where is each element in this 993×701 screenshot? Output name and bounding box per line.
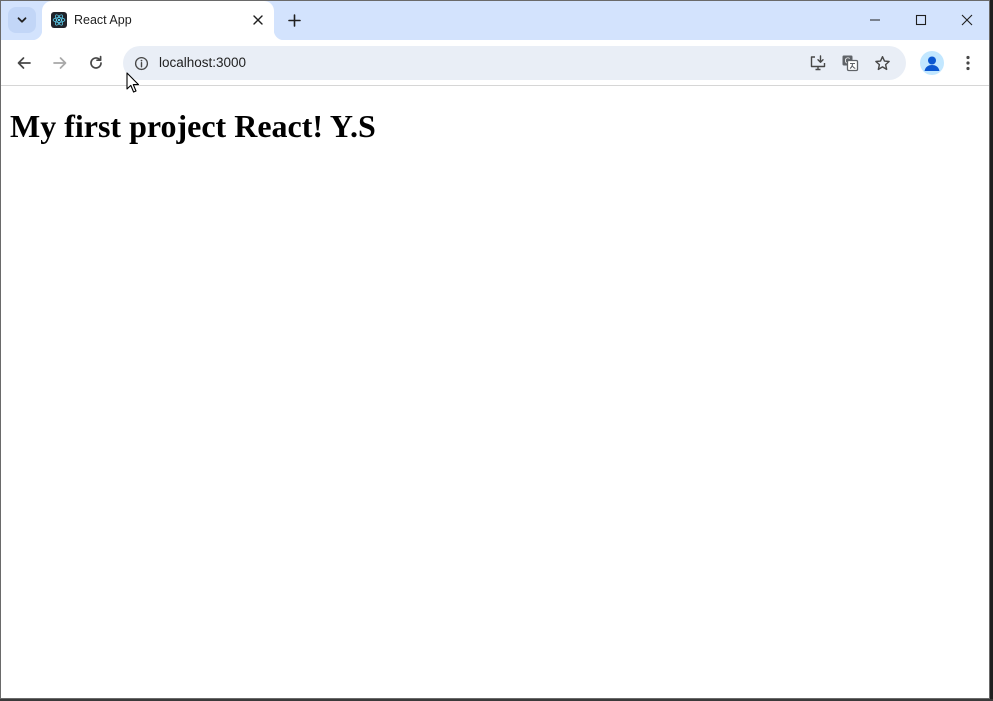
close-window-button[interactable]	[944, 1, 989, 39]
chevron-down-icon	[17, 17, 27, 23]
tab-strip: React App	[1, 1, 989, 40]
translate-icon: G	[842, 55, 859, 72]
avatar-icon	[924, 56, 940, 71]
back-button[interactable]	[10, 49, 38, 77]
plus-icon	[287, 13, 301, 27]
profile-button[interactable]	[920, 51, 944, 75]
install-app-icon	[810, 55, 826, 71]
browser-window: React App localhost:3000 My first projec…	[0, 0, 990, 699]
star-icon	[874, 55, 890, 70]
page-heading: My first project React! Y.S	[10, 108, 376, 144]
new-tab-button[interactable]	[283, 9, 305, 31]
minimize-button[interactable]	[852, 1, 898, 39]
react-logo-icon	[51, 12, 67, 28]
browser-menu-button[interactable]	[954, 49, 982, 77]
reload-icon	[90, 55, 102, 69]
close-icon	[961, 14, 973, 26]
maximize-button[interactable]	[898, 1, 944, 39]
browser-toolbar: localhost:3000 G	[1, 40, 989, 86]
tab-react-app[interactable]: React App	[32, 1, 284, 40]
tab-close-button[interactable]	[248, 10, 268, 30]
url-text[interactable]: localhost:3000	[159, 55, 246, 70]
more-vert-icon	[966, 55, 970, 71]
maximize-icon	[915, 14, 927, 26]
arrow-left-icon	[17, 57, 31, 69]
arrow-right-icon	[53, 57, 67, 69]
mouse-cursor-icon	[126, 72, 140, 93]
tab-title: React App	[74, 13, 132, 27]
forward-button[interactable]	[46, 49, 74, 77]
minimize-icon	[870, 19, 880, 21]
translate-button[interactable]: G	[838, 51, 862, 75]
reload-button[interactable]	[82, 49, 110, 77]
address-bar[interactable]: localhost:3000 G	[123, 46, 906, 80]
close-icon	[253, 15, 263, 25]
page-content: My first project React! Y.S	[1, 87, 989, 698]
install-app-button[interactable]	[806, 51, 830, 75]
info-icon	[134, 56, 148, 70]
bookmark-button[interactable]	[870, 51, 894, 75]
